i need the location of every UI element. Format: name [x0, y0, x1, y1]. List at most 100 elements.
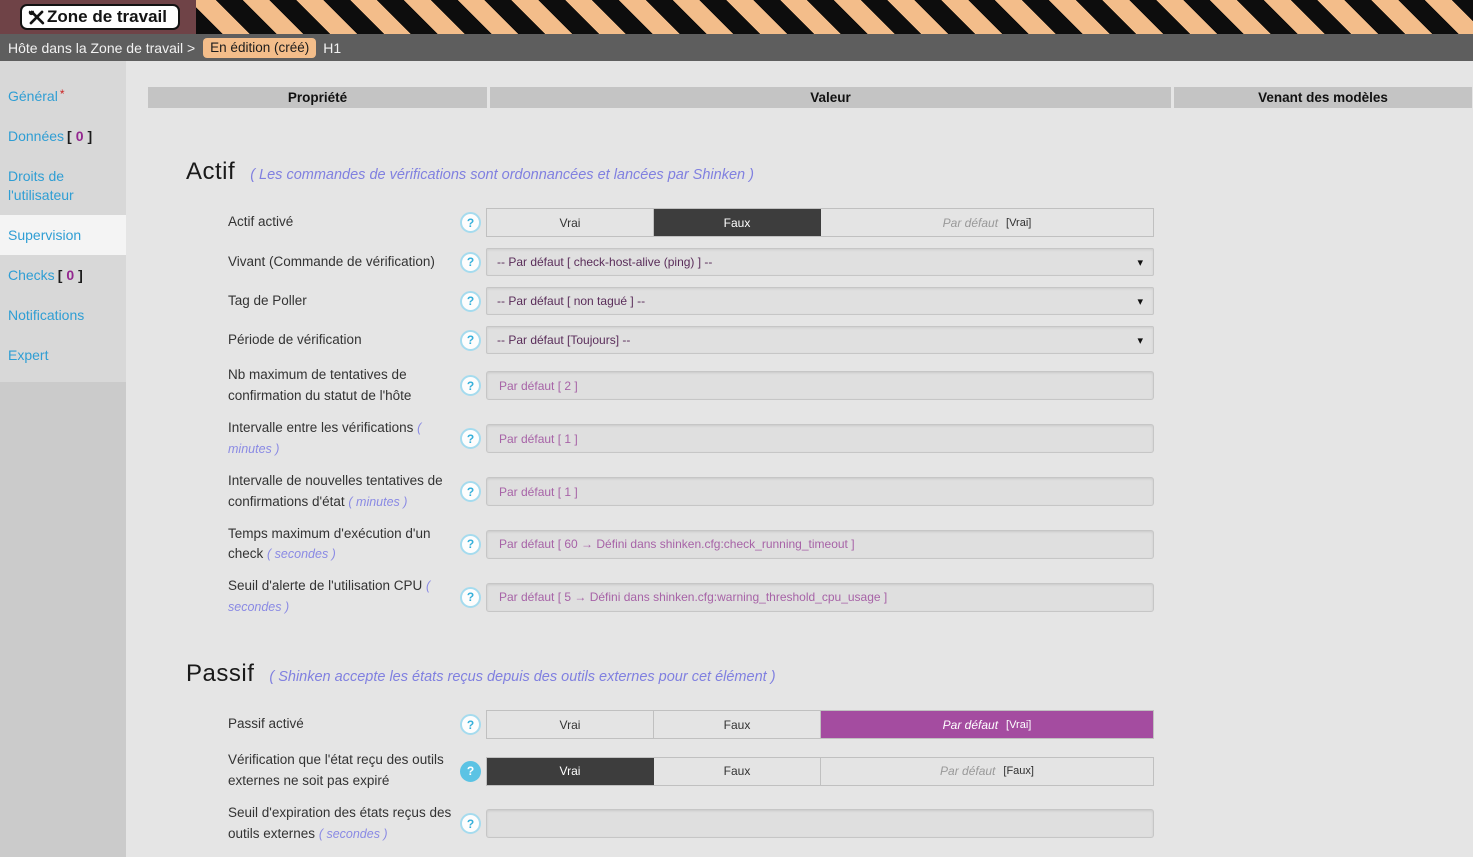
- field-label: Seuil d'expiration des états reçus des o…: [228, 803, 460, 845]
- unit-hint: ( secondes ): [267, 547, 336, 561]
- sidebar-item-general[interactable]: Général*: [0, 76, 126, 116]
- help-icon[interactable]: ?: [460, 428, 481, 449]
- check-interval-input[interactable]: [486, 424, 1154, 453]
- column-header-value: Valeur: [490, 87, 1171, 108]
- sidebar-item-notifications[interactable]: Notifications: [0, 295, 126, 335]
- toggle-option-default[interactable]: Par défaut [Vrai]: [821, 711, 1153, 738]
- row-freshness-threshold: Seuil d'expiration des états reçus des o…: [228, 803, 1473, 845]
- sidebar-filler: [0, 382, 126, 857]
- field-label: Intervalle entre les vérifications ( min…: [228, 418, 460, 460]
- count-badge: [0]: [58, 267, 83, 283]
- tools-icon: [27, 8, 46, 27]
- check-timeout-input[interactable]: [486, 530, 1154, 559]
- caret-down-icon: ▾: [1137, 334, 1143, 347]
- column-header-property: Propriété: [148, 87, 487, 108]
- form-rows: Actif activé ? Vrai Faux Par défaut [Vra…: [228, 208, 1473, 618]
- page-layout: Général* Données[0] Droits de l'utilisat…: [0, 61, 1473, 857]
- main-content: Propriété Valeur Venant des modèles Acti…: [126, 61, 1473, 857]
- top-hazard-bar: Zone de travail: [0, 0, 1473, 34]
- toggle-option-false[interactable]: Faux: [654, 758, 821, 785]
- row-actif-active: Actif activé ? Vrai Faux Par défaut [Vra…: [228, 208, 1473, 237]
- section-heading: Passif: [186, 660, 254, 688]
- table-header: Propriété Valeur Venant des modèles: [148, 87, 1473, 108]
- help-icon[interactable]: ?: [460, 375, 481, 396]
- toggle-option-true[interactable]: Vrai: [487, 711, 654, 738]
- status-badge: En édition (créé): [203, 38, 316, 58]
- help-icon[interactable]: ?: [460, 252, 481, 273]
- help-icon[interactable]: ?: [460, 481, 481, 502]
- field-label: Seuil d'alerte de l'utilisation CPU ( se…: [228, 576, 460, 618]
- select-value: -- Par défaut [Toujours] --: [497, 333, 630, 347]
- cpu-threshold-input[interactable]: [486, 583, 1154, 612]
- field-label: Vivant (Commande de vérification): [228, 252, 460, 273]
- caret-down-icon: ▾: [1137, 295, 1143, 308]
- column-header-models: Venant des modèles: [1174, 87, 1472, 108]
- field-label: Nb maximum de tentatives de confirmation…: [228, 365, 460, 407]
- help-icon[interactable]: ?: [460, 212, 481, 233]
- field-label: Passif activé: [228, 714, 460, 735]
- sidebar-item-expert[interactable]: Expert: [0, 335, 126, 375]
- section-description: ( Shinken accepte les états reçus depuis…: [269, 669, 775, 685]
- breadcrumb-path: Hôte dans la Zone de travail >: [8, 40, 195, 56]
- tristate-toggle: Vrai Faux Par défaut [Vrai]: [486, 710, 1154, 739]
- select-value: -- Par défaut [ non tagué ] --: [497, 294, 645, 308]
- toggle-option-true[interactable]: Vrai: [487, 758, 654, 785]
- field-label: Vérification que l'état reçu des outils …: [228, 750, 460, 792]
- toggle-option-true[interactable]: Vrai: [487, 209, 654, 236]
- workspace-button-label: Zone de travail: [47, 7, 167, 27]
- row-retry-interval: Intervalle de nouvelles tentatives de co…: [228, 471, 1473, 513]
- sidebar-item-donnees[interactable]: Données[0]: [0, 116, 126, 156]
- tristate-toggle: Vrai Faux Par défaut [Vrai]: [486, 208, 1154, 237]
- help-icon[interactable]: ?: [460, 714, 481, 735]
- row-check-period: Période de vérification ? -- Par défaut …: [228, 326, 1473, 354]
- row-poller-tag: Tag de Poller ? -- Par défaut [ non tagu…: [228, 287, 1473, 315]
- field-label: Temps maximum d'exécution d'un check ( s…: [228, 524, 460, 566]
- help-icon[interactable]: ?: [460, 587, 481, 608]
- check-command-select[interactable]: -- Par défaut [ check-host-alive (ping) …: [486, 248, 1154, 276]
- sidebar: Général* Données[0] Droits de l'utilisat…: [0, 61, 126, 857]
- toggle-option-false[interactable]: Faux: [654, 711, 821, 738]
- help-icon[interactable]: ?: [460, 813, 481, 834]
- help-icon[interactable]: ?: [460, 330, 481, 351]
- select-value: -- Par défaut [ check-host-alive (ping) …: [497, 255, 712, 269]
- tristate-toggle: Vrai Faux Par défaut [Faux]: [486, 757, 1154, 786]
- row-check-interval: Intervalle entre les vérifications ( min…: [228, 418, 1473, 460]
- row-check-timeout: Temps maximum d'exécution d'un check ( s…: [228, 524, 1473, 566]
- section-passif: Passif ( Shinken accepte les états reçus…: [126, 660, 1473, 845]
- max-attempts-input[interactable]: [486, 371, 1154, 400]
- field-label: Période de vérification: [228, 330, 460, 351]
- unit-hint: ( minutes ): [348, 495, 407, 509]
- breadcrumb: Hôte dans la Zone de travail > En éditio…: [0, 34, 1473, 61]
- form-rows: Passif activé ? Vrai Faux Par défaut [Vr…: [228, 710, 1473, 845]
- section-actif: Actif ( Les commandes de vérifications s…: [126, 158, 1473, 618]
- help-icon[interactable]: ?: [460, 761, 481, 782]
- poller-tag-select[interactable]: -- Par défaut [ non tagué ] -- ▾: [486, 287, 1154, 315]
- sidebar-item-droits[interactable]: Droits de l'utilisateur: [0, 156, 126, 214]
- row-max-attempts: Nb maximum de tentatives de confirmation…: [228, 365, 1473, 407]
- sidebar-nav: Général* Données[0] Droits de l'utilisat…: [0, 61, 126, 376]
- unit-hint: ( secondes ): [319, 827, 388, 841]
- help-icon[interactable]: ?: [460, 534, 481, 555]
- caret-down-icon: ▾: [1137, 256, 1143, 269]
- row-cpu-threshold: Seuil d'alerte de l'utilisation CPU ( se…: [228, 576, 1473, 618]
- sidebar-item-checks[interactable]: Checks[0]: [0, 255, 126, 295]
- topbar-left-panel: Zone de travail: [0, 0, 196, 34]
- toggle-option-default[interactable]: Par défaut [Vrai]: [821, 209, 1153, 236]
- row-check-command: Vivant (Commande de vérification) ? -- P…: [228, 248, 1473, 276]
- workspace-button[interactable]: Zone de travail: [20, 4, 180, 30]
- field-label: Actif activé: [228, 212, 460, 233]
- section-title: Passif ( Shinken accepte les états reçus…: [186, 660, 1473, 688]
- freshness-threshold-input[interactable]: [486, 809, 1154, 838]
- row-passif-active: Passif activé ? Vrai Faux Par défaut [Vr…: [228, 710, 1473, 739]
- retry-interval-input[interactable]: [486, 477, 1154, 506]
- row-freshness-check: Vérification que l'état reçu des outils …: [228, 750, 1473, 792]
- toggle-option-default[interactable]: Par défaut [Faux]: [821, 758, 1153, 785]
- section-heading: Actif: [186, 158, 235, 186]
- section-title: Actif ( Les commandes de vérifications s…: [186, 158, 1473, 186]
- sidebar-item-supervision[interactable]: Supervision: [0, 215, 126, 255]
- count-badge: [0]: [67, 128, 92, 144]
- help-icon[interactable]: ?: [460, 291, 481, 312]
- check-period-select[interactable]: -- Par défaut [Toujours] -- ▾: [486, 326, 1154, 354]
- toggle-option-false[interactable]: Faux: [654, 209, 821, 236]
- field-label: Tag de Poller: [228, 291, 460, 312]
